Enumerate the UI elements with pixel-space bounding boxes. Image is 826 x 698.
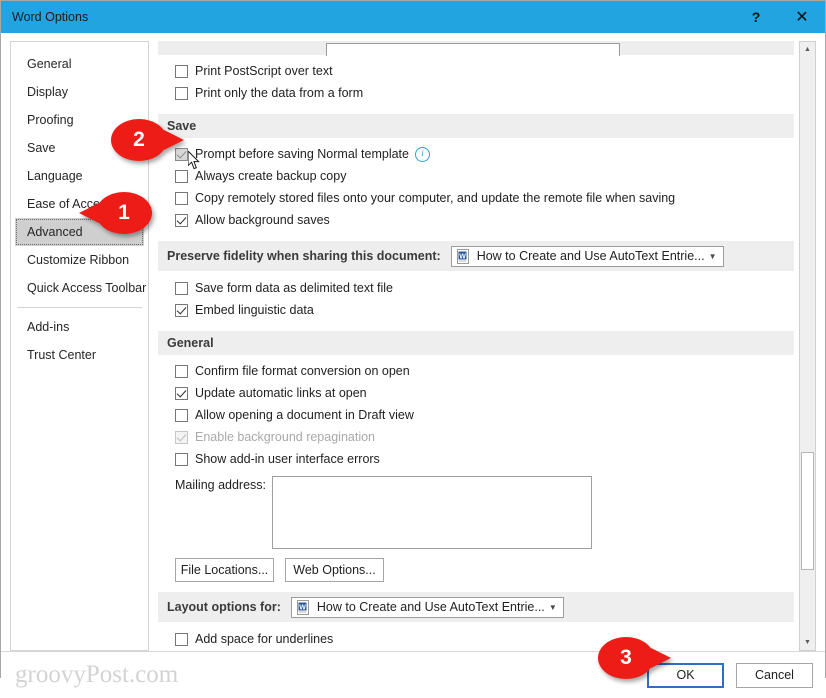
preserve-fidelity-document-name: How to Create and Use AutoText Entrie... [476,249,705,263]
partial-top-control [158,41,794,56]
checkbox-update-automatic-links[interactable] [175,386,188,400]
checkbox-show-addin-errors[interactable] [175,452,188,466]
footer-buttons: OK Cancel [647,662,813,688]
checkbox-confirm-file-format[interactable] [175,364,188,378]
checkbox-label: Allow opening a document in Draft view [195,408,414,422]
sidebar-divider [17,307,142,308]
mailing-address-input[interactable] [272,476,592,549]
word-options-dialog: Word Options ? ✕ General Display Proofin… [0,0,826,698]
checkbox-label: Allow background saves [195,213,330,227]
checkbox-row-print-postscript[interactable]: Print PostScript over text [158,60,794,82]
sidebar-item-display[interactable]: Display [15,78,144,106]
section-header-save: Save [158,114,794,138]
layout-options-document-name: How to Create and Use AutoText Entrie... [316,600,545,614]
checkbox-row-allow-draft-view[interactable]: Allow opening a document in Draft view [158,404,794,426]
preserve-fidelity-band: Preserve fidelity when sharing this docu… [158,241,794,271]
checkbox-label: Update automatic links at open [195,386,367,400]
checkbox-add-space-underlines[interactable] [175,632,188,646]
chevron-down-icon[interactable]: ▼ [545,603,561,612]
svg-text:W: W [299,604,306,611]
checkbox-label: Save form data as delimited text file [195,281,394,295]
checkbox-row-show-addin-errors[interactable]: Show add-in user interface errors [158,448,794,470]
callout-number: 3 [620,646,632,669]
checkbox-row-enable-background-repagination: Enable background repagination [158,426,794,448]
checkbox-row-print-data-only[interactable]: Print only the data from a form [158,82,794,104]
checkbox-label: Prompt before saving Normal template [195,147,409,161]
mailing-address-row: Mailing address: [158,476,794,549]
window-title: Word Options [12,10,89,24]
mailing-address-label: Mailing address: [175,478,267,492]
checkbox-allow-background-saves[interactable] [175,213,188,227]
section-header-general: General [158,331,794,355]
title-bar: Word Options ? ✕ [1,1,825,33]
web-options-button[interactable]: Web Options... [285,558,384,582]
scroll-up-arrow-icon[interactable]: ▲ [800,42,815,57]
callout-badge-1: 1 [79,192,152,234]
watermark: groovyPost.com [15,661,179,688]
partial-input-box [326,43,620,56]
checkbox-embed-linguistic-data[interactable] [175,303,188,317]
callout-number: 1 [118,201,130,224]
close-icon[interactable]: ✕ [779,1,825,33]
sidebar-item-add-ins[interactable]: Add-ins [15,313,144,341]
sidebar-item-general[interactable]: General [15,50,144,78]
mouse-cursor-icon [187,149,200,170]
sidebar-item-quick-access-toolbar[interactable]: Quick Access Toolbar [15,274,146,302]
file-locations-button[interactable]: File Locations... [175,558,274,582]
checkbox-label: Enable background repagination [195,430,375,444]
callout-badge-3: 3 [598,637,671,679]
word-document-icon: W [296,599,311,615]
checkbox-label: Copy remotely stored files onto your com… [195,191,676,205]
checkbox-enable-background-repagination [175,430,188,444]
callout-number: 2 [133,128,145,151]
sidebar-item-trust-center[interactable]: Trust Center [15,341,144,369]
preserve-fidelity-label: Preserve fidelity when sharing this docu… [167,249,441,263]
checkbox-label: Add space for underlines [195,632,334,646]
scrollbar-thumb[interactable] [801,452,814,570]
checkbox-row-add-space-underlines[interactable]: Add space for underlines [158,628,794,650]
checkbox-row-always-backup[interactable]: Always create backup copy [158,165,794,187]
word-document-icon: W [456,248,471,264]
window-controls: ? ✕ [733,1,825,33]
cancel-button[interactable]: Cancel [736,662,813,688]
checkbox-allow-draft-view[interactable] [175,408,188,422]
checkbox-row-save-form-data[interactable]: Save form data as delimited text file [158,277,794,299]
chevron-down-icon[interactable]: ▼ [705,252,721,261]
checkbox-label: Embed linguistic data [195,303,314,317]
checkbox-always-backup[interactable] [175,169,188,183]
preserve-fidelity-document-dropdown[interactable]: W How to Create and Use AutoText Entrie.… [450,245,724,267]
checkbox-label: Show add-in user interface errors [195,452,380,466]
general-buttons-row: File Locations... Web Options... [158,558,794,582]
checkbox-label: Print PostScript over text [195,64,333,78]
checkbox-save-form-data[interactable] [175,281,188,295]
layout-options-document-dropdown[interactable]: W How to Create and Use AutoText Entrie.… [290,596,564,618]
svg-text:W: W [459,253,466,260]
options-scroll-content: Print PostScript over text Print only th… [158,41,794,651]
layout-options-band: Layout options for: W How to Create and … [158,592,794,622]
checkbox-row-copy-remote-files[interactable]: Copy remotely stored files onto your com… [158,187,794,209]
help-icon[interactable]: ? [733,1,779,33]
checkbox-row-embed-linguistic-data[interactable]: Embed linguistic data [158,299,794,321]
callout-pointer [651,648,671,668]
checkbox-print-postscript[interactable] [175,64,188,78]
checkbox-label: Print only the data from a form [195,86,364,100]
vertical-scrollbar[interactable]: ▲ ▼ [799,41,816,651]
checkbox-row-confirm-file-format[interactable]: Confirm file format conversion on open [158,360,794,382]
checkbox-row-update-automatic-links[interactable]: Update automatic links at open [158,382,794,404]
checkbox-copy-remote-files[interactable] [175,191,188,205]
checkbox-print-data-only[interactable] [175,86,188,100]
sidebar-item-language[interactable]: Language [15,162,144,190]
sidebar-item-customize-ribbon[interactable]: Customize Ribbon [15,246,144,274]
checkbox-label: Always create backup copy [195,169,347,183]
checkbox-label: Confirm file format conversion on open [195,364,410,378]
scroll-down-arrow-icon[interactable]: ▼ [800,635,815,650]
layout-options-label: Layout options for: [167,600,281,614]
callout-badge-2: 2 [111,119,184,161]
dialog-footer: groovyPost.com OK Cancel [1,651,825,698]
checkbox-row-prompt-normal-template[interactable]: Prompt before saving Normal template i [158,143,794,165]
options-panel: Print PostScript over text Print only th… [158,41,816,651]
callout-pointer [164,130,184,150]
info-icon[interactable]: i [414,146,430,162]
checkbox-row-allow-background-saves[interactable]: Allow background saves [158,209,794,231]
